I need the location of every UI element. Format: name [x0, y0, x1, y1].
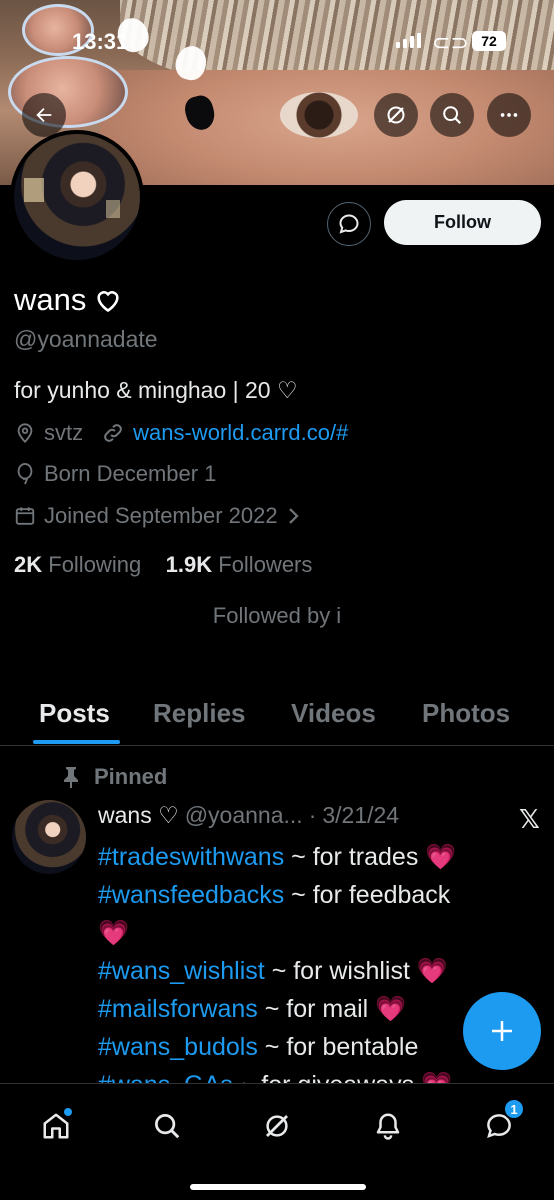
- following-link[interactable]: 2K Following: [14, 552, 141, 577]
- calendar-icon: [15, 507, 35, 525]
- nav-messages[interactable]: 1: [477, 1098, 525, 1148]
- post-line: 💗: [98, 914, 528, 952]
- arrow-left-icon: [36, 107, 52, 123]
- status-bar: 13:31 ⊂⊃ 72: [0, 0, 554, 60]
- tab-photos[interactable]: Photos: [422, 698, 510, 729]
- grok-icon: [266, 1115, 288, 1137]
- bell-icon: [376, 1113, 400, 1140]
- chevron-right-icon: [288, 508, 299, 524]
- post-line-text: ~ for feedback: [284, 881, 451, 909]
- nav-search[interactable]: [145, 1104, 189, 1148]
- post-body[interactable]: #tradeswithwans ~ for trades 💗 #wansfeed…: [98, 838, 528, 1104]
- post-line-text: ~ for mail: [257, 995, 376, 1023]
- display-name: wans: [14, 282, 122, 318]
- banner-eye: [280, 92, 358, 138]
- nav-notifications[interactable]: [366, 1104, 410, 1148]
- pin-icon: [64, 767, 78, 788]
- tab-posts[interactable]: Posts: [39, 698, 110, 729]
- bottom-navigation: 1: [0, 1083, 554, 1200]
- balloon-icon: [17, 463, 33, 485]
- pink-heart-emoji: 💗: [98, 919, 130, 947]
- followed-by-text[interactable]: Followed by i: [0, 603, 554, 629]
- post-line-text: ~ for wishlist: [264, 957, 417, 985]
- message-bubble-icon: [339, 214, 359, 234]
- grok-icon: [387, 106, 405, 124]
- back-button[interactable]: [22, 93, 66, 137]
- search-icon: [155, 1114, 180, 1139]
- post-header: wans ♡ @yoanna... · 3/21/24: [98, 802, 538, 829]
- post-author-avatar[interactable]: [12, 800, 86, 874]
- hashtag-link[interactable]: #tradeswithwans: [98, 843, 284, 871]
- following-count: 2K: [14, 552, 43, 577]
- more-icon: [500, 113, 518, 117]
- home-unread-dot: [64, 1108, 72, 1116]
- nav-home[interactable]: [34, 1104, 78, 1148]
- post-line: #wans_wishlist ~ for wishlist 💗: [98, 952, 528, 990]
- post-date[interactable]: 3/21/24: [322, 802, 399, 829]
- heart-outline-icon: [97, 291, 119, 313]
- profile-handle: @yoannadate: [14, 326, 158, 352]
- display-name-text: wans: [14, 282, 87, 317]
- pink-heart-emoji: 💗: [375, 995, 407, 1023]
- following-label: Following: [48, 552, 142, 577]
- messages-badge: 1: [503, 1098, 525, 1120]
- message-button[interactable]: [327, 202, 371, 246]
- profile-tabs: Posts Replies Videos Photos: [0, 690, 554, 746]
- tab-videos[interactable]: Videos: [291, 698, 376, 729]
- pinned-label: Pinned: [62, 764, 167, 790]
- post-line-text: ~ for bentable: [257, 1033, 419, 1061]
- home-indicator: [190, 1184, 366, 1190]
- battery-icon: 72: [472, 31, 506, 51]
- pinned-text: Pinned: [94, 764, 168, 789]
- post-separator: ·: [308, 802, 317, 828]
- post-line: #tradeswithwans ~ for trades 💗: [98, 838, 528, 876]
- hashtag-link[interactable]: #wans_budols: [98, 1033, 258, 1061]
- profile-location: svtz: [44, 420, 84, 445]
- profile-birthday: Born December 1: [44, 461, 217, 486]
- pink-heart-emoji: 💗: [425, 843, 457, 871]
- link-chain-icon: [104, 424, 122, 442]
- post-author-name[interactable]: wans ♡: [98, 802, 179, 829]
- location-pin-icon: [17, 423, 33, 444]
- cellular-signal-icon: [396, 33, 421, 48]
- followers-label: Followers: [218, 552, 313, 577]
- plus-icon: [492, 1021, 512, 1041]
- profile-joined: Joined September 2022: [44, 503, 278, 528]
- pink-heart-emoji: 💗: [416, 957, 449, 985]
- profile-meta-location-website: svtz wans-world.carrd.co/#: [14, 420, 348, 446]
- follow-counts: 2K Following 1.9K Followers: [14, 552, 312, 578]
- profile-bio: for yunho & minghao | 20 ♡: [14, 377, 298, 403]
- search-icon: [443, 106, 462, 125]
- search-button[interactable]: [430, 93, 474, 137]
- post-author-handle[interactable]: @yoanna...: [185, 802, 303, 829]
- x-logo-icon[interactable]: 𝕏: [519, 804, 540, 835]
- active-tab-indicator: [33, 740, 120, 744]
- profile-meta-joined[interactable]: Joined September 2022: [14, 503, 302, 529]
- profile-avatar[interactable]: [10, 130, 144, 264]
- post-line: #wansfeedbacks ~ for feedback: [98, 876, 528, 914]
- followers-link[interactable]: 1.9K Followers: [166, 552, 313, 577]
- hashtag-link[interactable]: #mailsforwans: [98, 995, 258, 1023]
- profile-website-link[interactable]: wans-world.carrd.co/#: [133, 420, 348, 446]
- status-time: 13:31: [72, 29, 129, 54]
- nav-grok[interactable]: [255, 1104, 299, 1148]
- tab-replies[interactable]: Replies: [153, 698, 246, 729]
- hashtag-link[interactable]: #wansfeedbacks: [98, 881, 284, 909]
- compose-post-button[interactable]: [463, 992, 541, 1070]
- follow-button[interactable]: Follow: [384, 200, 541, 245]
- followers-count: 1.9K: [165, 552, 213, 577]
- hashtag-link[interactable]: #wans_wishlist: [98, 957, 265, 985]
- more-options-button[interactable]: [487, 93, 531, 137]
- profile-meta-birthday: Born December 1: [14, 461, 216, 487]
- grok-button[interactable]: [374, 93, 418, 137]
- post-line-text: ~ for trades: [284, 843, 426, 871]
- link-icon: ⊂⊃: [432, 30, 469, 55]
